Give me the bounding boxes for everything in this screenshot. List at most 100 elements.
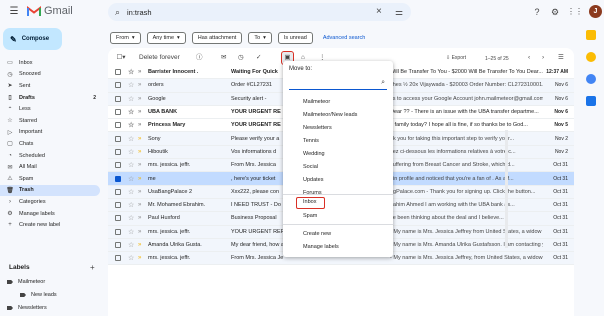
move-to-option[interactable]: Wedding — [283, 148, 393, 161]
important-marker-icon[interactable]: » — [138, 215, 141, 221]
is-unread-filter[interactable]: Is unread — [277, 31, 313, 44]
star-icon[interactable]: ☆ — [128, 161, 134, 169]
row-checkbox[interactable] — [115, 135, 121, 142]
row-checkbox[interactable] — [115, 122, 121, 129]
settings-icon[interactable]: ☰ — [558, 52, 564, 64]
sidebar-item-drafts[interactable]: ▯ Drafts 2 — [0, 92, 100, 104]
row-checkbox[interactable] — [115, 242, 121, 248]
sidebar-item-sent[interactable]: ➤ Sent — [0, 80, 100, 92]
apps-grid-icon[interactable]: ⋮⋮ — [567, 5, 583, 19]
sidebar-item-all-mail[interactable]: ✉ All Mail — [0, 161, 100, 173]
important-marker-icon[interactable]: » — [138, 176, 141, 182]
tasks-icon[interactable] — [586, 74, 596, 84]
sidebar-item-create-label[interactable]: + Create new label — [0, 219, 100, 231]
calendar-icon[interactable] — [586, 30, 596, 40]
row-checkbox[interactable] — [115, 148, 121, 155]
important-marker-icon[interactable]: » — [138, 136, 141, 142]
star-icon[interactable]: ☆ — [128, 68, 134, 76]
move-to-option[interactable]: Updates — [283, 174, 393, 187]
compose-button[interactable]: ✎ Compose — [3, 28, 62, 50]
snooze-icon[interactable]: ◷ — [238, 52, 244, 64]
row-checkbox[interactable] — [115, 188, 121, 195]
advanced-search-link[interactable]: Advanced search — [323, 35, 366, 41]
important-marker-icon[interactable]: » — [138, 255, 141, 261]
sidebar-item-less[interactable]: ⌃ Less — [0, 103, 100, 115]
row-checkbox[interactable] — [115, 215, 121, 222]
row-checkbox[interactable] — [115, 175, 121, 182]
move-to-option[interactable]: Social — [283, 161, 393, 174]
sidebar-item-categories[interactable]: › Categories — [0, 196, 100, 208]
important-marker-icon[interactable]: » — [138, 69, 141, 75]
from-filter[interactable]: From ▾ — [110, 31, 141, 44]
sidebar-item-starred[interactable]: ☆ Starred — [0, 115, 100, 127]
move-to-option[interactable]: Mailmeteor — [283, 96, 393, 109]
export-button[interactable]: ⇩ Export — [446, 52, 466, 64]
row-checkbox[interactable] — [115, 69, 121, 76]
list-scrollbar[interactable] — [505, 130, 508, 248]
important-marker-icon[interactable]: » — [138, 96, 141, 102]
sidebar-item-important[interactable]: ▷ Important — [0, 127, 100, 139]
star-icon[interactable]: ☆ — [128, 241, 134, 249]
star-icon[interactable]: ☆ — [128, 81, 134, 89]
label-item[interactable]: Mailmeteor — [7, 279, 45, 285]
any-time-filter[interactable]: Any time ▾ — [146, 31, 186, 44]
keep-icon[interactable] — [586, 52, 596, 62]
important-marker-icon[interactable]: » — [138, 242, 141, 248]
move-to-option[interactable]: Newsletters — [283, 122, 393, 135]
move-to-spam-option[interactable]: Spam — [303, 213, 317, 219]
sidebar-item-trash[interactable]: 🗑 Trash — [0, 184, 100, 197]
star-icon[interactable]: ☆ — [128, 188, 134, 196]
star-icon[interactable]: ☆ — [128, 135, 134, 143]
sidebar-item-inbox[interactable]: ▭ Inbox — [0, 57, 100, 69]
clear-search-icon[interactable]: × — [376, 6, 382, 17]
add-label-icon[interactable]: + — [90, 263, 95, 272]
create-new-label-option[interactable]: Create new — [303, 231, 331, 237]
sidebar-item-scheduled[interactable]: ◔ Scheduled — [0, 150, 100, 162]
important-marker-icon[interactable]: » — [138, 189, 141, 195]
important-marker-icon[interactable]: » — [138, 122, 141, 128]
mark-read-icon[interactable]: ✉ — [221, 52, 226, 64]
important-marker-icon[interactable]: » — [138, 109, 141, 115]
star-icon[interactable]: ☆ — [128, 201, 134, 209]
move-to-option[interactable]: Mailmeteor/New leads — [283, 109, 393, 122]
manage-labels-option[interactable]: Manage labels — [303, 244, 339, 250]
row-checkbox[interactable] — [115, 228, 121, 235]
label-item[interactable]: New leads — [20, 292, 57, 298]
select-all-checkbox[interactable]: ☐▾ — [115, 52, 127, 64]
search-icon[interactable]: ⌕ — [115, 7, 120, 18]
important-marker-icon[interactable]: » — [138, 82, 141, 88]
star-icon[interactable]: ☆ — [128, 228, 134, 236]
main-menu-icon[interactable]: ☰ — [8, 6, 20, 18]
previous-page-icon[interactable]: ‹ — [528, 52, 530, 64]
has-attachment-filter[interactable]: Has attachment — [191, 31, 243, 44]
sidebar-item-spam[interactable]: ⚠ Spam — [0, 173, 100, 185]
star-icon[interactable]: ☆ — [128, 121, 134, 129]
star-icon[interactable]: ☆ — [128, 148, 134, 156]
row-checkbox[interactable] — [115, 109, 121, 116]
avatar[interactable]: J — [589, 5, 602, 18]
row-checkbox[interactable] — [115, 95, 121, 102]
contacts-icon[interactable] — [586, 96, 596, 106]
star-icon[interactable]: ☆ — [128, 108, 134, 116]
search-options-icon[interactable]: ⚌ — [395, 7, 403, 18]
important-marker-icon[interactable]: » — [138, 149, 141, 155]
star-icon[interactable]: ☆ — [128, 175, 134, 183]
important-marker-icon[interactable]: » — [138, 202, 141, 208]
report-spam-icon[interactable]: ⓘ — [196, 52, 203, 64]
delete-forever-button[interactable]: Delete forever — [139, 52, 180, 64]
help-icon[interactable]: ? — [530, 5, 544, 19]
next-page-icon[interactable]: › — [542, 52, 544, 64]
move-to-inbox-option[interactable]: Inbox — [296, 197, 325, 209]
star-icon[interactable]: ☆ — [128, 95, 134, 103]
row-checkbox[interactable] — [115, 82, 121, 89]
star-icon[interactable]: ☆ — [128, 214, 134, 222]
row-checkbox[interactable] — [115, 162, 121, 169]
search-bar[interactable]: ⌕ × ⚌ — [108, 3, 411, 21]
to-filter[interactable]: To ▾ — [248, 31, 272, 44]
sidebar-item-chats[interactable]: ▢ Chats — [0, 138, 100, 150]
row-checkbox[interactable] — [115, 202, 121, 209]
search-input[interactable] — [127, 6, 367, 18]
move-to-option[interactable]: Tennis — [283, 135, 393, 148]
settings-gear-icon[interactable]: ⚙ — [548, 5, 562, 19]
row-checkbox[interactable] — [115, 255, 121, 262]
